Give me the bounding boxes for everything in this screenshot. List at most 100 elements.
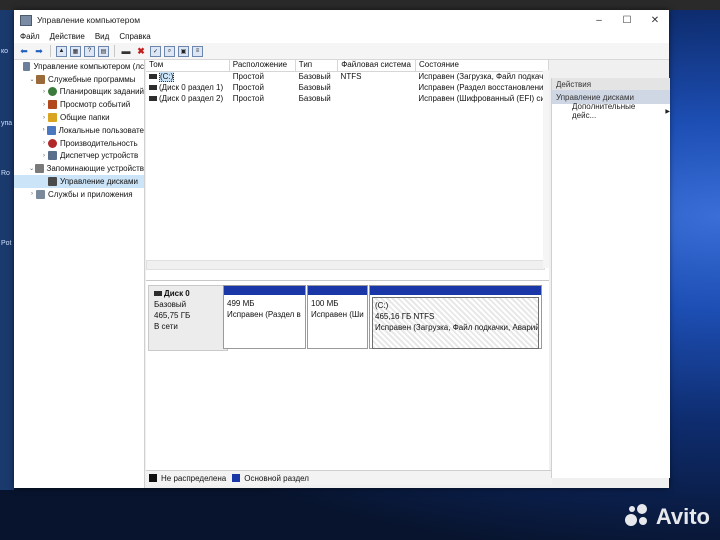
check-icon[interactable]: ✓ xyxy=(150,45,161,57)
column-filesystem[interactable]: Файловая система xyxy=(338,60,417,71)
connect-drive-icon[interactable]: ▬ xyxy=(120,46,132,57)
collapse-arrow-icon[interactable]: › xyxy=(28,191,36,197)
column-layout[interactable]: Расположение xyxy=(230,60,296,71)
tree-item[interactable]: ⌄ Служебные программы xyxy=(14,73,144,86)
cell-status: Исправен (Раздел восстановления) xyxy=(418,83,550,92)
tree-item-label: Планировщик заданий xyxy=(59,87,144,97)
expand-arrow-icon[interactable]: › xyxy=(40,127,47,133)
maximize-button[interactable]: ☐ xyxy=(613,15,641,26)
desktop-text-4: Pot xyxy=(1,240,12,247)
disk-management-pane: Том Расположение Тип Файловая система Со… xyxy=(146,60,552,485)
tree-item-label: Локальные пользовате xyxy=(58,125,144,135)
volume-list-header: Том Расположение Тип Файловая система Со… xyxy=(146,60,550,72)
tree-item[interactable]: Управление дисками xyxy=(14,175,144,188)
cell-volume: (Диск 0 раздел 1) xyxy=(146,83,230,94)
collapse-arrow-icon[interactable]: ⌄ xyxy=(28,76,36,83)
tree-item[interactable]: ⌄ Запоминающие устройств xyxy=(14,162,144,175)
partition-title: (C:) xyxy=(375,301,389,310)
vertical-scrollbar[interactable] xyxy=(543,70,549,268)
cell-filesystem: NTFS xyxy=(340,72,362,81)
tree-item[interactable]: › Локальные пользовате xyxy=(14,124,144,137)
expand-arrow-icon[interactable]: › xyxy=(40,89,48,95)
actions-pane: Действия Управление дисками Дополнительн… xyxy=(551,78,670,478)
expand-arrow-icon[interactable]: › xyxy=(40,153,48,159)
close-button[interactable]: ✕ xyxy=(641,15,669,26)
storage-icon xyxy=(35,164,44,174)
more-actions-item[interactable]: Дополнительные дейс... ▶ xyxy=(552,102,670,120)
properties-icon[interactable]: ▣ xyxy=(178,45,189,57)
menu-action[interactable]: Действие xyxy=(50,32,85,41)
volume-list: (C:) Простой Базовый NTFS Исправен (Загрузка… xyxy=(146,72,549,105)
tree-item[interactable]: › Общие папки xyxy=(14,111,144,124)
minimize-button[interactable]: – xyxy=(585,15,613,26)
menu-view[interactable]: Вид xyxy=(95,32,109,41)
services-icon xyxy=(36,189,45,199)
volume-row[interactable]: (Диск 0 раздел 1) Простой Базовый Исправен … xyxy=(146,83,549,94)
list-view-icon[interactable]: ≡ xyxy=(192,45,203,57)
tree-item[interactable]: Управление компьютером (лс xyxy=(14,60,144,73)
avito-watermark: Avito xyxy=(624,504,710,530)
show-hide-icon[interactable]: ▤ xyxy=(98,45,109,57)
tree-item[interactable]: › Планировщик заданий xyxy=(14,86,144,99)
menu-file[interactable]: Файл xyxy=(20,32,40,41)
window-title: Управление компьютером xyxy=(37,15,141,25)
disk-name: Диск 0 xyxy=(164,289,190,298)
partition-status: Исправен (Раздел в xyxy=(227,310,301,319)
volume-row[interactable]: (Диск 0 раздел 2) Простой Базовый Исправен … xyxy=(146,94,549,105)
disk-0-label[interactable]: Диск 0 Базовый 465,75 ГБ В сети xyxy=(148,285,228,351)
folder-search-icon[interactable]: ⌕ xyxy=(164,45,175,57)
disk-size: 465,75 ГБ xyxy=(154,311,191,320)
partition-bar xyxy=(224,286,305,295)
title-bar[interactable]: Управление компьютером – ☐ ✕ xyxy=(14,10,669,30)
partition-efi[interactable]: 100 МБ Исправен (Ши xyxy=(307,285,368,349)
tree-item[interactable]: › Просмотр событий xyxy=(14,98,144,111)
delete-icon[interactable]: ✖ xyxy=(135,46,147,57)
desktop-text-3: Ro xyxy=(1,170,10,177)
avito-logo-icon xyxy=(624,504,651,530)
tree-item-label: Общие папки xyxy=(60,113,110,123)
desktop-left-edge: ко упа Ro Pot xyxy=(0,10,14,490)
cell-status: Исправен (Загрузка, Файл подкачки, xyxy=(418,72,550,81)
tools-icon xyxy=(36,74,45,84)
volume-icon xyxy=(149,85,157,91)
back-arrow-icon[interactable]: ⬅ xyxy=(18,46,30,57)
volume-name: (Диск 0 раздел 2) xyxy=(159,94,224,103)
column-status[interactable]: Состояние xyxy=(416,60,550,71)
cell-type: Базовый xyxy=(298,72,331,81)
console-tree-icon[interactable]: ▦ xyxy=(70,45,81,57)
expand-arrow-icon[interactable]: › xyxy=(40,140,48,146)
volume-name: (Диск 0 раздел 1) xyxy=(159,83,224,92)
tree-item-label: Производительность xyxy=(60,138,138,148)
tree-item[interactable]: › Диспетчер устройств xyxy=(14,150,144,163)
partition-recovery[interactable]: 499 МБ Исправен (Раздел в xyxy=(223,285,306,349)
expand-arrow-icon[interactable]: › xyxy=(40,102,48,108)
collapse-arrow-icon[interactable]: ⌄ xyxy=(28,165,35,172)
more-actions-label: Дополнительные дейс... xyxy=(572,102,636,120)
horizontal-scrollbar[interactable] xyxy=(146,260,545,270)
partition-bar xyxy=(308,286,367,295)
help-icon[interactable]: ? xyxy=(84,45,95,57)
tree-item[interactable]: › Производительность xyxy=(14,137,144,150)
cell-layout: Простой xyxy=(232,94,264,103)
toolbar-separator xyxy=(114,45,115,57)
cell-type: Базовый xyxy=(298,83,331,92)
tree-item[interactable]: › Службы и приложения xyxy=(14,188,144,201)
partition-c[interactable]: (C:) 465,16 ГБ NTFS Исправен (Загрузка, … xyxy=(369,285,542,349)
partition-size: 499 МБ xyxy=(227,299,255,308)
computer-management-window: Управление компьютером – ☐ ✕ Файл Действ… xyxy=(14,10,670,488)
up-folder-icon[interactable]: ▲ xyxy=(56,45,67,57)
forward-arrow-icon[interactable]: ➡ xyxy=(33,46,45,57)
folder-icon xyxy=(48,113,57,123)
menu-bar: Файл Действие Вид Справка xyxy=(14,30,669,43)
menu-help[interactable]: Справка xyxy=(119,32,150,41)
disk-type: Базовый xyxy=(154,300,187,309)
cell-filesystem xyxy=(338,94,416,105)
users-icon xyxy=(47,125,56,135)
cell-volume: (Диск 0 раздел 2) xyxy=(146,94,230,105)
column-type[interactable]: Тип xyxy=(296,60,339,71)
toolbar-separator xyxy=(50,45,51,57)
volume-row[interactable]: (C:) Простой Базовый NTFS Исправен (Загрузка… xyxy=(146,72,549,83)
column-volume[interactable]: Том xyxy=(146,60,230,71)
actions-header: Действия xyxy=(552,78,670,90)
expand-arrow-icon[interactable]: › xyxy=(40,115,48,121)
